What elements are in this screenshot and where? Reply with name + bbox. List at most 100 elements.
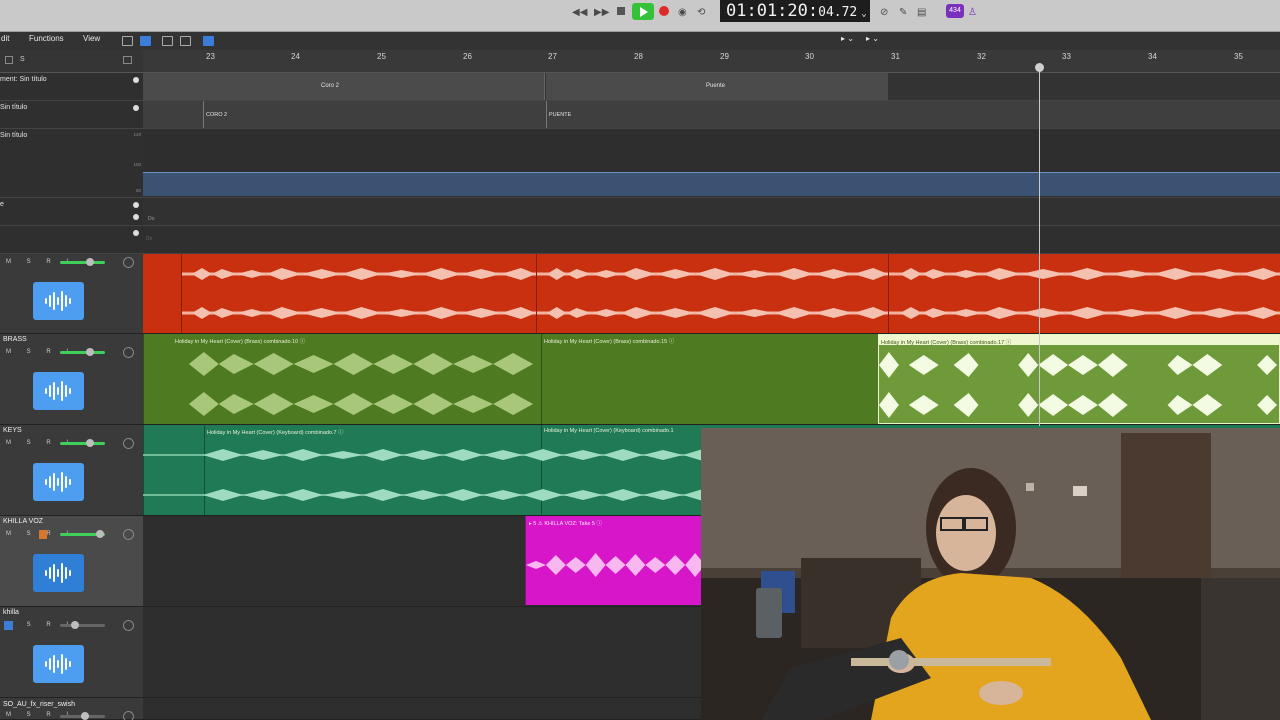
grid-view-icon[interactable]	[122, 36, 133, 46]
pointer-tool-icon[interactable]: ▸ ⌄	[841, 34, 854, 43]
audio-region[interactable]: Holiday in My Heart (Cover) (Brass) comb…	[143, 334, 541, 424]
metronome-icon[interactable]: ♙	[968, 5, 977, 19]
audio-region[interactable]: ▸ 5 ⚠ KHILLA VOZ: Take 5 ⓘ	[525, 516, 725, 605]
audio-region[interactable]	[181, 254, 536, 333]
audio-track-icon[interactable]	[33, 645, 84, 683]
transpose-track-header[interactable]	[0, 226, 143, 254]
audio-track-icon[interactable]	[33, 554, 84, 592]
track-header[interactable]: BRASS M S R I	[0, 334, 143, 425]
bar-number: 25	[377, 52, 386, 61]
pan-knob[interactable]	[123, 438, 134, 449]
tempo-scale-label: 80	[135, 188, 141, 193]
volume-knob[interactable]	[71, 621, 79, 629]
volume-knob[interactable]	[86, 439, 94, 447]
arrangement-track-header[interactable]: ment: Sin título	[0, 73, 143, 101]
list-view-icon[interactable]	[140, 36, 151, 46]
volume-fader[interactable]	[60, 442, 105, 445]
pan-knob[interactable]	[123, 620, 134, 631]
track-name[interactable]: BRASS	[3, 336, 27, 343]
marker[interactable]: PUENTE	[546, 101, 1280, 128]
input-monitor-button[interactable]	[39, 530, 47, 539]
marker-label: PUENTE	[549, 112, 572, 118]
region-name: Holiday in My Heart (Cover) (Keyboard) c…	[207, 430, 344, 436]
webcam-overlay	[701, 428, 1280, 720]
track-name[interactable]: khilla	[3, 609, 19, 616]
track-header-selected[interactable]: KHILLA VOZ M S R I	[0, 516, 143, 607]
tempo-scale-label: 120	[133, 132, 141, 137]
global-tracks-icon[interactable]	[5, 56, 13, 64]
catch-icon[interactable]	[180, 36, 191, 46]
region-name: Holiday in My Heart (Cover) (Brass) comb…	[881, 340, 1012, 346]
fast-forward-button[interactable]: ▶▶	[594, 5, 609, 19]
signature-track-header[interactable]: e	[0, 198, 143, 226]
audio-region-selected[interactable]: Holiday in My Heart (Cover) (Brass) comb…	[878, 334, 1280, 424]
view-menu[interactable]: View	[83, 34, 100, 43]
add-key-icon[interactable]	[133, 214, 139, 220]
lcd-dropdown-icon[interactable]: ⌄	[861, 9, 866, 19]
cycle-button[interactable]: ⟲	[697, 5, 705, 19]
list-icon[interactable]: ▤	[917, 5, 926, 19]
track-header[interactable]: SO_AU_fx_riser_swish M S R I	[0, 698, 143, 720]
track-header[interactable]: M S R I	[0, 254, 143, 334]
capture-record-button[interactable]: ◉	[678, 5, 687, 19]
arrangement-section[interactable]: Coro 2	[143, 73, 545, 100]
stop-button[interactable]	[617, 7, 625, 15]
add-section-icon[interactable]	[133, 77, 139, 83]
pan-knob[interactable]	[123, 711, 134, 720]
signature-track-label: e	[0, 201, 4, 208]
volume-knob[interactable]	[86, 348, 94, 356]
region-name: Holiday in My Heart (Cover) (Brass) comb…	[544, 339, 675, 345]
play-button[interactable]	[632, 3, 654, 20]
volume-fader[interactable]	[60, 624, 105, 627]
solo-all-button[interactable]: S	[20, 56, 25, 63]
marker[interactable]: CORO 2	[203, 101, 546, 128]
volume-knob[interactable]	[96, 530, 104, 538]
volume-fader[interactable]	[60, 351, 105, 354]
secondary-tool-icon[interactable]: ▸ ⌄	[866, 34, 879, 43]
pan-knob[interactable]	[123, 257, 134, 268]
track-name[interactable]: SO_AU_fx_riser_swish	[3, 701, 75, 708]
tuner-icon[interactable]: ⊘	[880, 5, 888, 19]
rewind-button[interactable]: ◀◀	[572, 5, 587, 19]
add-marker-icon[interactable]	[133, 105, 139, 111]
audio-track-icon[interactable]	[33, 372, 84, 410]
track-lane[interactable]	[143, 254, 1280, 334]
audio-region[interactable]	[536, 254, 888, 333]
playhead[interactable]	[1039, 66, 1040, 426]
volume-knob[interactable]	[86, 258, 94, 266]
volume-knob[interactable]	[81, 712, 89, 720]
marker-track-header[interactable]: Sin título	[0, 101, 143, 129]
pencil-icon[interactable]: ✎	[899, 5, 907, 19]
track-name[interactable]: KHILLA VOZ	[3, 518, 43, 525]
functions-menu[interactable]: Functions	[29, 34, 64, 43]
volume-fader[interactable]	[60, 261, 105, 264]
add-signature-icon[interactable]	[133, 202, 139, 208]
arrangement-section[interactable]: Puente	[546, 73, 888, 100]
tempo-lane[interactable]	[143, 129, 1280, 198]
track-lane[interactable]: Holiday in My Heart (Cover) (Brass) comb…	[143, 334, 1280, 425]
lcd-display[interactable]: 01:01:20:04.72 ⌄	[720, 0, 870, 22]
pan-knob[interactable]	[123, 529, 134, 540]
tempo-curve[interactable]	[143, 172, 1280, 196]
audio-region[interactable]	[888, 254, 1280, 333]
track-name[interactable]: KEYS	[3, 427, 22, 434]
audio-track-icon[interactable]	[33, 463, 84, 501]
flex-icon[interactable]	[162, 36, 173, 46]
key-label: Do	[146, 236, 153, 242]
audio-region[interactable]: Holiday in My Heart (Cover) (Brass) comb…	[541, 334, 878, 424]
bar-ruler[interactable]: 23 24 25 26 27 28 29 30 31 32 33 34 35	[143, 50, 1280, 73]
mute-button-active[interactable]	[4, 621, 13, 630]
tempo-scale-label: 100	[133, 162, 141, 167]
add-transpose-icon[interactable]	[133, 230, 139, 236]
track-header[interactable]: KEYS M S R I	[0, 425, 143, 516]
audio-track-icon[interactable]	[33, 282, 84, 320]
snap-icon[interactable]	[203, 36, 214, 46]
tempo-track-header[interactable]: Sin título 120 100 80	[0, 129, 143, 198]
cpu-badge[interactable]: 434	[946, 4, 964, 18]
pan-knob[interactable]	[123, 347, 134, 358]
playhead-handle[interactable]	[1035, 63, 1044, 72]
add-track-icon[interactable]	[123, 56, 132, 64]
record-button[interactable]	[659, 6, 669, 16]
track-header[interactable]: khilla M S R I	[0, 607, 143, 698]
edit-menu[interactable]: dit	[1, 34, 9, 43]
